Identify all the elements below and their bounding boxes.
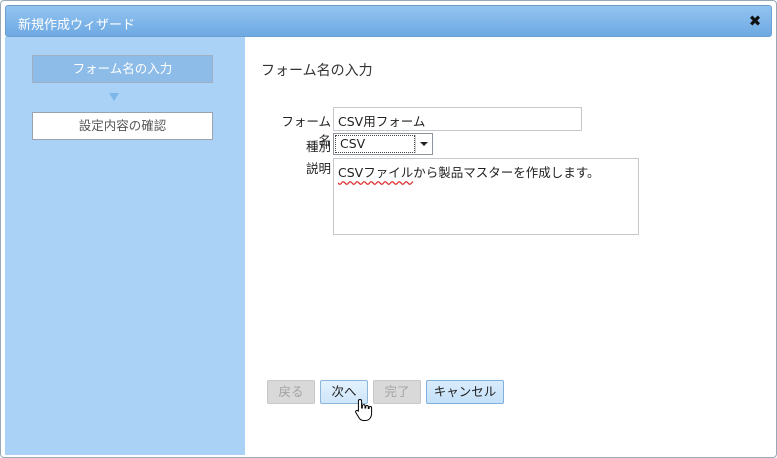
chevron-down-icon[interactable] <box>415 135 431 153</box>
page-title: フォーム名の入力 <box>261 63 373 79</box>
wizard-content: フォーム名の入力 フォーム名 CSV用フォーム 種別 CSV 説明 CSVファイ… <box>245 37 774 455</box>
finish-button[interactable]: 完了 <box>373 380 421 404</box>
type-select-value: CSV <box>335 135 415 153</box>
hand-cursor-icon <box>355 398 373 421</box>
description-misspelled-text: CSVファイル <box>338 165 414 180</box>
step-confirm-settings: 設定内容の確認 <box>32 112 213 140</box>
wizard-step-sidebar: フォーム名の入力 設定内容の確認 <box>5 37 245 455</box>
step-arrow-down-icon <box>109 93 119 101</box>
description-text: から製品マスターを作成します。 <box>413 165 600 180</box>
type-label: 種別 <box>305 139 331 154</box>
step-form-name: フォーム名の入力 <box>32 55 213 83</box>
description-textarea[interactable]: CSVファイルから製品マスターを作成します。 <box>333 158 639 235</box>
type-select[interactable]: CSV <box>333 133 433 155</box>
window-title: 新規作成ウィザード <box>18 18 136 33</box>
cancel-button[interactable]: キャンセル <box>426 380 504 404</box>
description-label: 説明 <box>305 161 331 176</box>
wizard-dialog: 新規作成ウィザード ✖ フォーム名の入力 設定内容の確認 フォーム名の入力 フォ… <box>0 0 777 458</box>
title-bar[interactable]: 新規作成ウィザード ✖ <box>5 5 772 37</box>
close-icon[interactable]: ✖ <box>745 11 765 31</box>
back-button[interactable]: 戻る <box>267 380 315 404</box>
form-name-input[interactable]: CSV用フォーム <box>333 107 582 131</box>
